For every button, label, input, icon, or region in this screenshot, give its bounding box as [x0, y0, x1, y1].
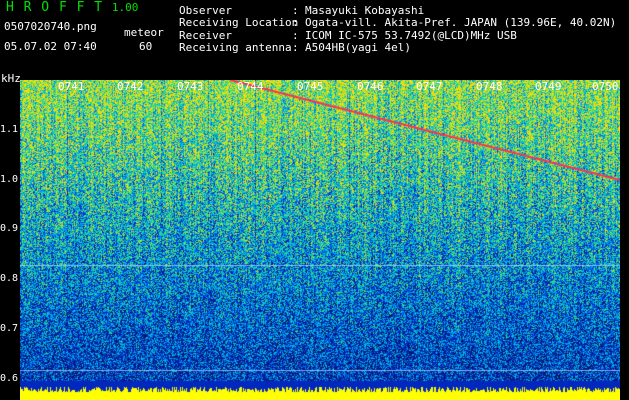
time-tick-label: 0746 [357, 80, 384, 93]
time-tick-label: 0742 [117, 80, 144, 93]
app-version: 1.00 [111, 1, 139, 14]
info-key-location: Receiving Location [179, 16, 299, 29]
time-tick-label: 0750 [592, 80, 619, 93]
info-sep: : [292, 41, 299, 54]
hroft-window: H R O F F T 1.00 0507020740.png meteor 0… [0, 0, 629, 400]
time-tick-label: 0743 [177, 80, 204, 93]
time-tick-label: 0748 [476, 80, 503, 93]
spectrogram-canvas [20, 80, 620, 400]
app-name: H R O F F T [6, 0, 104, 15]
y-tick-label: 1.1 [0, 124, 19, 135]
time-tick-label: 0744 [237, 80, 264, 93]
y-tick-label: 0.9 [0, 223, 19, 234]
time-tick-label: 0741 [58, 80, 85, 93]
info-sep: : [292, 16, 299, 29]
datetime-label: 05.07.02 07:40 [4, 40, 97, 53]
mode-value: 60 [139, 40, 153, 53]
filename-label: 0507020740.png [4, 20, 97, 33]
mode-label: meteor [124, 26, 164, 39]
y-axis-unit: kHz [1, 72, 21, 85]
y-tick-label: 1.0 [0, 174, 19, 185]
time-tick-label: 0749 [535, 80, 562, 93]
info-key-antenna: Receiving antenna [179, 41, 292, 54]
time-tick-label: 0747 [416, 80, 443, 93]
app-title: H R O F F T 1.00 [6, 0, 138, 15]
y-tick-label: 0.8 [0, 273, 19, 284]
y-tick-label: 0.6 [0, 373, 19, 384]
info-value-location: Ogata-vill. Akita-Pref. JAPAN (139.96E, … [305, 16, 617, 29]
y-tick-label: 0.7 [0, 323, 19, 334]
spectrogram [20, 80, 620, 400]
info-value-antenna: A504HB(yagi 4el) [305, 41, 411, 54]
time-tick-label: 0745 [297, 80, 324, 93]
